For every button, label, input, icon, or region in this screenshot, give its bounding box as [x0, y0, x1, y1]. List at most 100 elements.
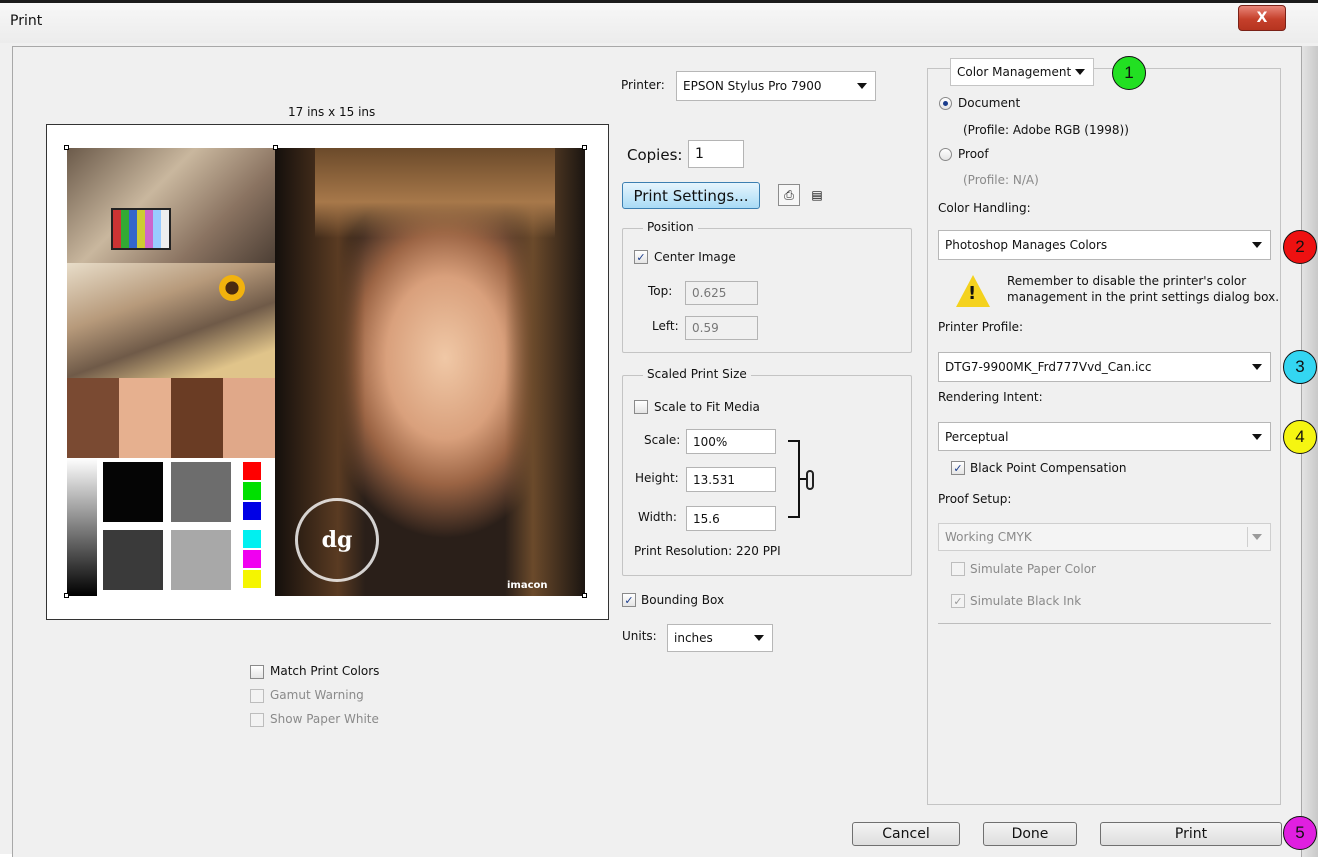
printer-value: EPSON Stylus Pro 7900	[683, 79, 822, 93]
warning-exclamation: !	[968, 283, 977, 304]
document-label: Document	[958, 96, 1021, 110]
chevron-down-icon	[857, 83, 867, 89]
chevron-down-icon	[754, 635, 764, 641]
collage-shelf-top	[67, 148, 275, 263]
proof-setup-label: Proof Setup:	[938, 492, 1012, 506]
magenta-swatch	[243, 550, 261, 568]
color-handling-label: Color Handling:	[938, 201, 1031, 215]
units-label: Units:	[622, 629, 657, 643]
warning-text-line2: management in the print settings dialog …	[1007, 290, 1280, 304]
left-input[interactable]: 0.59	[685, 316, 758, 340]
done-button[interactable]: Done	[983, 822, 1077, 846]
warning-text-line1: Remember to disable the printer's color	[1007, 274, 1247, 288]
section-dropdown-value: Color Management	[957, 65, 1072, 79]
position-legend: Position	[643, 220, 698, 234]
cancel-button[interactable]: Cancel	[852, 822, 960, 846]
portrait-orientation-icon[interactable]: ⎙	[778, 184, 800, 206]
units-value: inches	[674, 631, 713, 645]
copies-input[interactable]: 1	[688, 140, 744, 168]
radio-selected-dot	[943, 101, 948, 106]
printer-label: Printer:	[621, 78, 665, 92]
simulate-black-checkbox[interactable]: ✓	[951, 594, 965, 608]
cyan-swatch	[243, 530, 261, 548]
proof-radio[interactable]	[939, 148, 952, 161]
chain-link-icon[interactable]	[806, 470, 814, 490]
gray-gradient-bar	[67, 458, 97, 596]
mid-gray-swatch	[171, 462, 231, 522]
color-handling-value: Photoshop Manages Colors	[945, 238, 1108, 252]
light-gray-swatch	[171, 530, 231, 590]
callout-badge-4: 4	[1283, 420, 1317, 454]
proportion-bracket	[788, 440, 800, 518]
proof-profile-text: (Profile: N/A)	[963, 173, 1039, 187]
rendering-intent-dropdown[interactable]: Perceptual	[938, 422, 1271, 451]
print-resolution-text: Print Resolution: 220 PPI	[634, 544, 781, 558]
watermark-logo: dg	[295, 498, 379, 582]
match-print-colors-checkbox[interactable]	[250, 665, 264, 679]
proof-setup-dropdown[interactable]: Working CMYK	[938, 523, 1271, 551]
blue-swatch	[243, 502, 261, 520]
paper-size-caption: 17 ins x 15 ins	[288, 105, 376, 119]
bbox-handle-bl[interactable]	[64, 593, 69, 598]
height-label: Height:	[635, 471, 679, 485]
printer-profile-dropdown[interactable]: DTG7-9900MK_Frd777Vvd_Can.icc	[938, 352, 1271, 382]
landscape-orientation-icon[interactable]: ▤	[806, 184, 828, 206]
show-paper-white-label: Show Paper White	[270, 712, 379, 726]
proof-label: Proof	[958, 147, 989, 161]
portrait-photo: dg imacon	[275, 148, 585, 596]
top-input[interactable]: 0.625	[685, 281, 758, 305]
chevron-down-icon	[1075, 69, 1085, 75]
bbox-handle-br[interactable]	[582, 593, 587, 598]
title-bar: Print X	[0, 3, 1318, 43]
document-radio[interactable]	[939, 97, 952, 110]
section-dropdown[interactable]: Color Management	[950, 58, 1094, 86]
black-point-label: Black Point Compensation	[970, 461, 1127, 475]
dropdown-separator	[1247, 527, 1248, 547]
gamut-warning-label: Gamut Warning	[270, 688, 364, 702]
color-handling-dropdown[interactable]: Photoshop Manages Colors	[938, 230, 1271, 260]
callout-badge-2: 2	[1283, 230, 1317, 264]
height-input[interactable]: 13.531	[686, 467, 776, 492]
printer-dropdown[interactable]: EPSON Stylus Pro 7900	[676, 71, 876, 101]
chevron-down-icon	[1252, 242, 1262, 248]
rendering-intent-label: Rendering Intent:	[938, 390, 1043, 404]
printer-profile-value: DTG7-9900MK_Frd777Vvd_Can.icc	[945, 360, 1152, 374]
simulate-paper-checkbox[interactable]	[951, 562, 965, 576]
divider	[938, 623, 1271, 624]
bounding-box-checkbox[interactable]: ✓	[622, 593, 636, 607]
proof-setup-value: Working CMYK	[945, 530, 1032, 544]
chevron-down-icon	[1252, 364, 1262, 370]
scale-to-fit-label: Scale to Fit Media	[654, 400, 760, 414]
printer-profile-label: Printer Profile:	[938, 320, 1024, 334]
scaled-print-size-legend: Scaled Print Size	[643, 367, 751, 381]
center-image-label: Center Image	[654, 250, 736, 264]
units-dropdown[interactable]: inches	[667, 624, 773, 652]
collage-panel	[67, 148, 275, 596]
width-label: Width:	[638, 510, 677, 524]
scale-to-fit-checkbox[interactable]	[634, 400, 648, 414]
sunflower	[217, 273, 247, 303]
green-swatch	[243, 482, 261, 500]
show-paper-white-checkbox[interactable]	[250, 713, 264, 727]
chevron-down-icon	[1252, 534, 1262, 540]
bounding-box-label: Bounding Box	[641, 593, 725, 607]
callout-badge-5: 5	[1283, 816, 1317, 850]
yellow-swatch	[243, 570, 261, 588]
bbox-handle-top[interactable]	[273, 145, 278, 150]
bbox-handle-tr[interactable]	[582, 145, 587, 150]
left-label: Left:	[652, 319, 679, 333]
scale-input[interactable]: 100%	[686, 429, 776, 454]
bbox-handle-tl[interactable]	[64, 145, 69, 150]
print-settings-button[interactable]: Print Settings...	[622, 182, 760, 209]
width-input[interactable]: 15.6	[686, 506, 776, 531]
print-preview-image[interactable]: dg imacon	[67, 148, 585, 596]
gamut-warning-checkbox[interactable]	[250, 689, 264, 703]
print-button[interactable]: Print	[1100, 822, 1282, 846]
hair-top	[315, 148, 555, 238]
center-image-checkbox[interactable]: ✓	[634, 250, 648, 264]
black-point-checkbox[interactable]: ✓	[951, 461, 965, 475]
window-title: Print	[10, 13, 43, 29]
copies-label: Copies:	[627, 146, 683, 164]
top-label: Top:	[648, 284, 673, 298]
close-button[interactable]: X	[1238, 5, 1286, 31]
